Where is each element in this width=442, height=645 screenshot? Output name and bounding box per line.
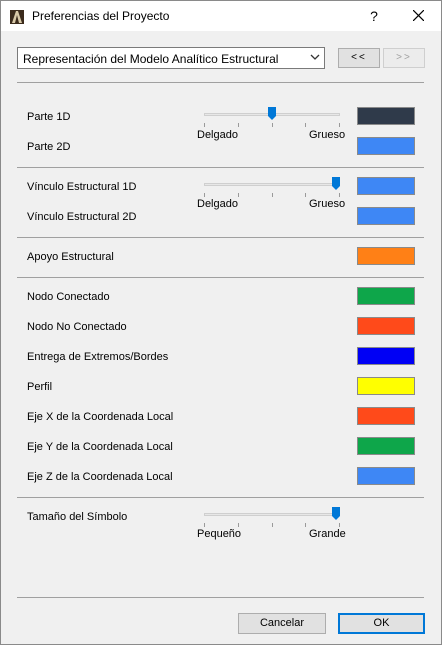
color-swatch-profile[interactable]: [357, 377, 415, 395]
line-weight-slider-parts[interactable]: [204, 107, 340, 129]
label-connected-node: Nodo Conectado: [27, 291, 110, 303]
slider-tick: [204, 123, 205, 127]
close-button[interactable]: [401, 5, 435, 27]
separator: [17, 277, 424, 278]
slider-tick: [272, 523, 273, 527]
app-icon: [10, 10, 24, 24]
label-local-y-axis: Eje Y de la Coordenada Local: [27, 441, 173, 453]
slider-track: [204, 513, 340, 516]
slider-tick: [238, 193, 239, 197]
label-local-z-axis: Eje Z de la Coordenada Local: [27, 471, 173, 483]
slider-tick: [305, 523, 306, 527]
slider-min-label: Pequeño: [197, 528, 242, 540]
next-button[interactable]: >>: [383, 48, 425, 68]
label-end-edge-release: Entrega de Extremos/Bordes: [27, 351, 169, 363]
slider-max-label: Grueso: [309, 129, 346, 141]
close-icon: [412, 9, 424, 22]
chevron-down-icon: [310, 54, 320, 60]
color-swatch-local-x-axis[interactable]: [357, 407, 415, 425]
label-part-2d: Parte 2D: [27, 141, 71, 153]
separator: [17, 167, 424, 168]
previous-button[interactable]: <<: [338, 48, 380, 68]
slider-thumb[interactable]: [332, 177, 340, 191]
label-part-1d: Parte 1D: [27, 111, 71, 123]
mode-dropdown[interactable]: Representación del Modelo Analítico Estr…: [17, 47, 325, 69]
slider-max-label: Grande: [309, 528, 346, 540]
color-swatch-local-z-axis[interactable]: [357, 467, 415, 485]
label-unconnected-node: Nodo No Conectado: [27, 321, 127, 333]
label-profile: Perfil: [27, 381, 53, 393]
color-swatch-part-1d[interactable]: [357, 107, 415, 125]
color-swatch-structural-link-1d[interactable]: [357, 177, 415, 195]
preferences-dialog: Preferencias del Proyecto ? Representaci…: [0, 0, 442, 645]
cancel-button[interactable]: Cancelar: [238, 613, 326, 634]
color-swatch-structural-link-2d[interactable]: [357, 207, 415, 225]
slider-max-label: Grueso: [309, 198, 346, 210]
color-swatch-unconnected-node[interactable]: [357, 317, 415, 335]
mode-dropdown-value: Representación del Modelo Analítico Estr…: [23, 52, 279, 66]
slider-tick: [238, 123, 239, 127]
slider-tick: [204, 193, 205, 197]
slider-tick: [339, 523, 340, 527]
slider-tick: [305, 193, 306, 197]
label-structural-link-2d: Vínculo Estructural 2D: [27, 211, 137, 223]
separator: [17, 82, 424, 83]
label-symbol-size: Tamaño del Símbolo: [27, 511, 128, 523]
color-swatch-local-y-axis[interactable]: [357, 437, 415, 455]
label-local-x-axis: Eje X de la Coordenada Local: [27, 411, 174, 423]
slider-thumb[interactable]: [268, 107, 276, 121]
separator: [17, 497, 424, 498]
slider-tick: [272, 193, 273, 197]
separator: [17, 597, 424, 598]
slider-tick: [204, 523, 205, 527]
slider-thumb[interactable]: [332, 507, 340, 521]
slider-tick: [339, 193, 340, 197]
ok-button[interactable]: OK: [338, 613, 425, 634]
separator: [17, 237, 424, 238]
label-structural-link-1d: Vínculo Estructural 1D: [27, 181, 137, 193]
label-structural-support: Apoyo Estructural: [27, 251, 114, 263]
slider-min-label: Delgado: [197, 129, 238, 141]
help-button[interactable]: ?: [359, 5, 389, 27]
slider-tick: [339, 123, 340, 127]
slider-min-label: Delgado: [197, 198, 238, 210]
slider-tick: [272, 123, 273, 127]
symbol-size-slider[interactable]: [204, 507, 340, 529]
title-bar: Preferencias del Proyecto ?: [1, 1, 441, 31]
line-weight-slider-links[interactable]: [204, 177, 340, 199]
slider-tick: [238, 523, 239, 527]
color-swatch-end-edge-release[interactable]: [357, 347, 415, 365]
window-title: Preferencias del Proyecto: [32, 9, 170, 23]
slider-track: [204, 183, 340, 186]
slider-tick: [305, 123, 306, 127]
color-swatch-connected-node[interactable]: [357, 287, 415, 305]
color-swatch-part-2d[interactable]: [357, 137, 415, 155]
color-swatch-structural-support[interactable]: [357, 247, 415, 265]
